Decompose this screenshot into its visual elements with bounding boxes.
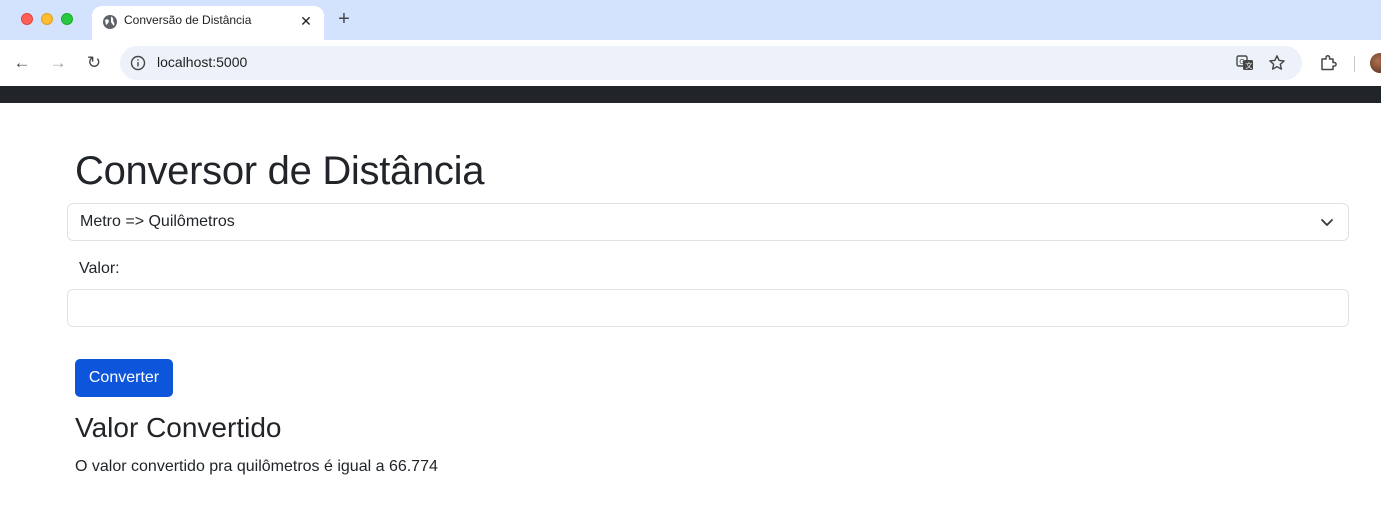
window-maximize-button[interactable] (61, 13, 73, 25)
window-close-button[interactable] (21, 13, 33, 25)
chevron-down-icon (1320, 215, 1334, 229)
browser-tab-bar: Conversão de Distância ✕ + (0, 0, 1381, 40)
tab-title: Conversão de Distância (124, 13, 252, 27)
reload-button[interactable]: ↻ (83, 52, 105, 74)
toolbar-divider (1354, 56, 1355, 72)
forward-button[interactable]: → (47, 52, 69, 74)
page-navbar (0, 86, 1381, 103)
value-input[interactable] (67, 289, 1349, 327)
browser-tab-active[interactable]: Conversão de Distância ✕ (92, 6, 324, 40)
svg-text:文: 文 (1245, 61, 1252, 70)
tab-close-icon[interactable]: ✕ (298, 13, 314, 29)
conversion-select[interactable]: Metro => Quilômetros (67, 203, 1349, 241)
address-bar[interactable]: localhost:5000 G 文 (120, 46, 1302, 80)
page-content: Conversor de Distância Metro => Quilômet… (0, 103, 1381, 519)
convert-button[interactable]: Converter (75, 359, 173, 397)
url-text: localhost:5000 (157, 54, 248, 70)
globe-icon (102, 14, 118, 30)
translate-icon[interactable]: G 文 (1236, 54, 1254, 72)
conversion-select-value: Metro => Quilômetros (80, 213, 235, 230)
result-heading: Valor Convertido (75, 412, 282, 443)
star-icon[interactable] (1268, 54, 1286, 72)
value-label: Valor: (79, 260, 120, 277)
window-minimize-button[interactable] (41, 13, 53, 25)
new-tab-button[interactable]: + (334, 9, 354, 29)
svg-text:G: G (1239, 58, 1244, 66)
profile-avatar[interactable] (1370, 53, 1381, 73)
result-text: O valor convertido pra quilômetros é igu… (75, 458, 438, 475)
back-button[interactable]: ← (11, 52, 33, 74)
browser-toolbar: ← → ↻ localhost:5000 G 文 (0, 40, 1381, 86)
page-title: Conversor de Distância (75, 149, 485, 193)
info-icon[interactable] (130, 55, 146, 71)
extensions-icon[interactable] (1318, 53, 1338, 73)
